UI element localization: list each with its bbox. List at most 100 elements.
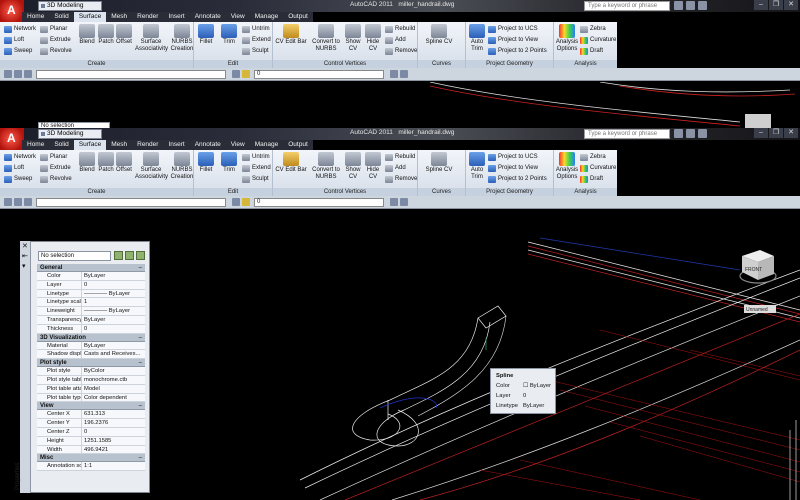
offset-button[interactable]: Offset [115,152,133,174]
remove-cv-button[interactable]: Remove [385,47,417,56]
trim-button[interactable]: Trim [220,24,238,46]
draft-button[interactable]: Draft [580,175,603,184]
cv-edit-bar-button[interactable]: CV Edit Bar [275,24,307,46]
layer-freeze-icon[interactable] [24,70,32,78]
property-row[interactable]: Material ByLayer [37,341,145,351]
property-row[interactable]: Plot style ByColor [37,367,145,376]
tab-surface[interactable]: Surface [73,12,107,22]
property-value[interactable]: Color dependent [82,394,145,402]
rebuild-button[interactable]: Rebuild [385,25,415,34]
offset-button[interactable]: Offset [115,24,133,46]
remove-cv-button[interactable]: Remove [385,175,417,184]
tab-view[interactable]: View [226,12,250,22]
zebra-button[interactable]: Zebra [580,25,606,34]
sculpt-button[interactable]: Sculpt [242,47,269,56]
close-icon[interactable]: ✕ [22,243,29,250]
restore-button[interactable]: ❐ [769,128,783,138]
property-row[interactable]: Center Y 196.2376 [37,419,145,428]
tab-surface[interactable]: Surface [73,140,107,150]
surface-associativity-button[interactable]: Surface Associativity [135,152,168,181]
current-layer-combo[interactable]: 0 [254,70,384,79]
property-row[interactable]: Linetype scale 1 [37,298,145,308]
tab-manage[interactable]: Manage [250,12,284,22]
property-value[interactable]: ByLayer [82,272,145,280]
blend-button[interactable]: Blend [78,24,96,46]
property-value[interactable]: monochrome.ctb [82,376,145,384]
property-row[interactable]: Height 1251.1585 [37,436,145,446]
close-button[interactable]: ✕ [784,0,798,10]
layer-properties-icon[interactable] [4,198,12,206]
make-current-icon[interactable] [390,70,398,78]
loft-button[interactable]: Loft [4,36,24,45]
patch-button[interactable]: Patch [97,152,115,174]
properties-title-strip[interactable]: ✕ ⇤ ▾ [20,241,31,493]
convert-to-nurbs-button[interactable]: Convert to NURBS [311,152,341,181]
tab-mesh[interactable]: Mesh [106,12,132,22]
nurbs-creation-button[interactable]: NURBS Creation [170,24,194,53]
property-value[interactable]: 1251.1585 [82,437,145,445]
zebra-button[interactable]: Zebra [580,153,606,162]
property-row[interactable]: Linetype ———— ByLayer [37,289,145,299]
fillet-button[interactable]: Fillet [197,24,215,46]
add-cv-button[interactable]: Add [385,164,406,173]
convert-to-nurbs-button[interactable]: Convert to NURBS [311,24,341,53]
search-icon[interactable] [674,129,683,138]
minimize-button[interactable]: – [754,128,768,138]
layer-combo[interactable] [36,70,226,79]
extrude-button[interactable]: Extrude [40,164,71,173]
property-value[interactable]: ByColor [82,367,145,375]
property-value[interactable]: 0 [82,428,145,436]
star-icon[interactable] [686,1,695,10]
restore-button[interactable]: ❐ [769,0,783,10]
planar-button[interactable]: Planar [40,153,67,162]
property-category[interactable]: 3D Visualization [37,333,145,342]
tab-annotate[interactable]: Annotate [190,12,226,22]
project-to-ucs-button[interactable]: Project to UCS [488,153,538,162]
hide-cv-button[interactable]: Hide CV [364,24,382,53]
property-row[interactable]: Transparency ByLayer [37,315,145,325]
spline-cv-button[interactable]: Spline CV [422,24,456,46]
property-category[interactable]: View [37,402,145,411]
tab-manage[interactable]: Manage [250,140,284,150]
untrim-button[interactable]: Untrim [242,25,270,34]
property-value[interactable]: ByLayer [82,342,145,350]
search-icon[interactable] [674,1,683,10]
draft-button[interactable]: Draft [580,47,603,56]
property-category[interactable]: Misc [37,454,145,463]
property-row[interactable]: Color ByLayer [37,272,145,281]
analysis-options-button[interactable]: Analysis Options [555,152,579,181]
minimize-button[interactable]: – [754,0,768,10]
extrude-button[interactable]: Extrude [40,36,71,45]
tab-mesh[interactable]: Mesh [106,140,132,150]
property-row[interactable]: Plot table atta...Model [37,384,145,394]
trim-button[interactable]: Trim [220,152,238,174]
property-row[interactable]: Annotation sc...1:1 [37,462,145,472]
layer-sun-icon[interactable] [242,70,250,78]
revolve-button[interactable]: Revolve [40,175,72,184]
layer-properties-icon[interactable] [4,70,12,78]
tab-solid[interactable]: Solid [49,140,73,150]
toggle-pickadd-icon[interactable] [114,251,123,260]
search-input[interactable]: Type a keyword or phrase [584,129,670,139]
patch-button[interactable]: Patch [97,24,115,46]
curvature-button[interactable]: Curvature [580,164,616,173]
property-value[interactable]: Model [82,385,145,393]
layer-tools-icon[interactable] [232,198,240,206]
planar-button[interactable]: Planar [40,25,67,34]
property-value[interactable]: 1 [82,298,145,306]
property-row[interactable]: Plot style table monochrome.ctb [37,375,145,385]
application-button[interactable]: A [0,128,24,152]
project-to-view-button[interactable]: Project to View [488,36,538,45]
sweep-button[interactable]: Sweep [4,175,32,184]
property-value[interactable]: Casts and Receives... [82,350,145,358]
layer-combo[interactable] [36,198,226,207]
tab-annotate[interactable]: Annotate [190,140,226,150]
select-objects-icon[interactable] [125,251,134,260]
auto-hide-icon[interactable]: ⇤ [22,253,29,260]
star-icon[interactable] [686,129,695,138]
palette-menu-icon[interactable]: ▾ [22,263,29,270]
tab-solid[interactable]: Solid [49,12,73,22]
tab-output[interactable]: Output [283,140,313,150]
spline-cv-button[interactable]: Spline CV [422,152,456,174]
hide-cv-button[interactable]: Hide CV [364,152,382,181]
